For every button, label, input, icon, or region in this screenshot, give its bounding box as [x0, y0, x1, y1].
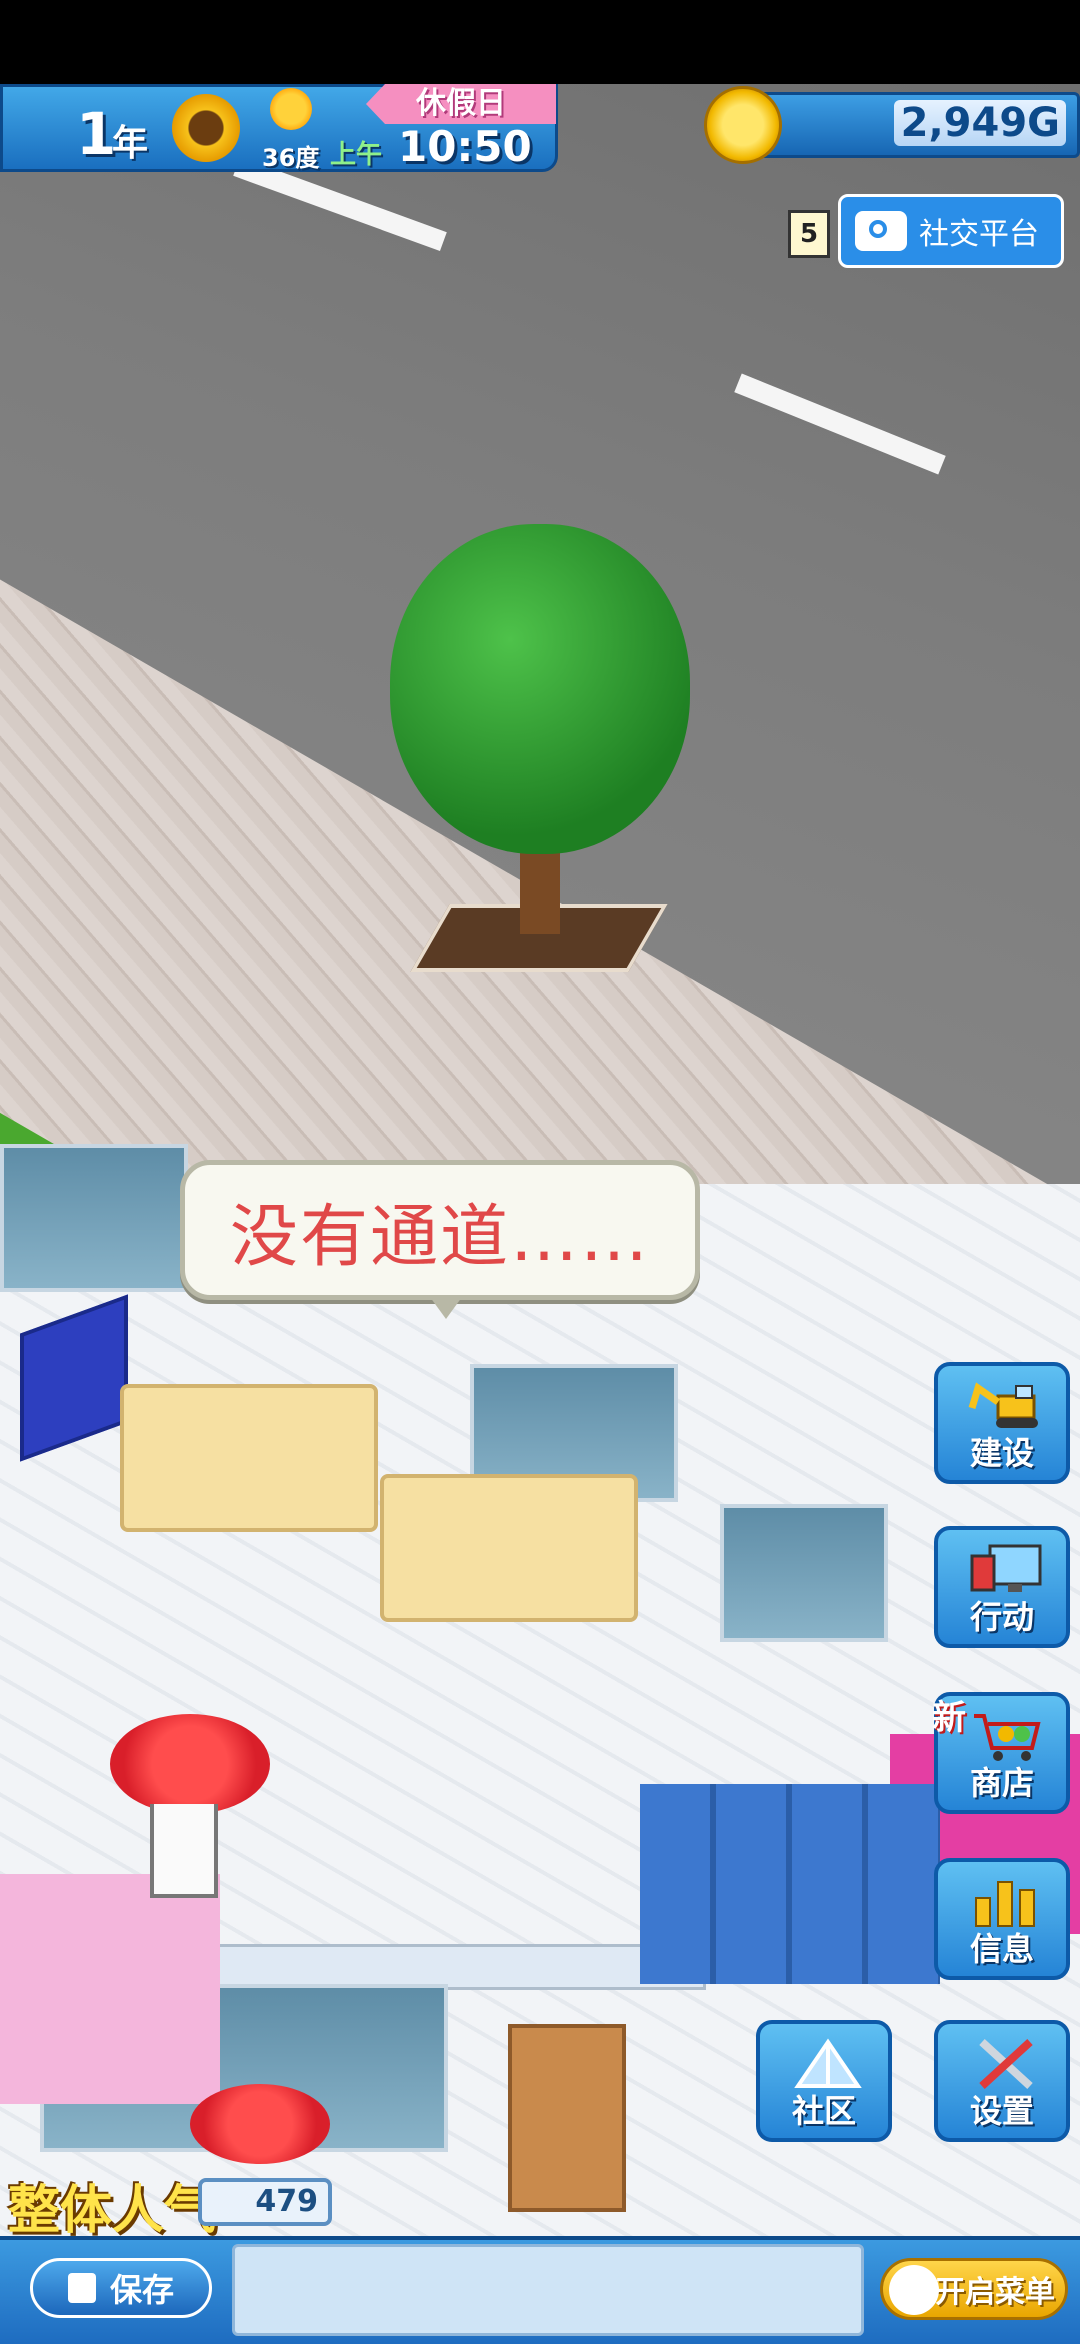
social-platform-button[interactable]: 社交平台 [838, 194, 1064, 268]
door[interactable] [508, 2024, 626, 2212]
tree [390, 524, 690, 854]
shopping-cart-icon [974, 1714, 1041, 1761]
flower-vase [150, 1804, 218, 1898]
flower-bouquet [110, 1714, 270, 1814]
monitor-icon [970, 1544, 1042, 1592]
community-label: 社区 [791, 2092, 856, 2130]
sun-icon [270, 88, 312, 130]
toggle-knob[interactable] [889, 2265, 939, 2315]
flower-bouquet [190, 2084, 330, 2164]
tent-icon [794, 2038, 862, 2088]
menu-toggle[interactable]: 开启菜单 [880, 2258, 1068, 2320]
speech-bubble-tail [430, 1297, 462, 1319]
camera-icon [855, 211, 907, 251]
popularity-value: 479 [198, 2178, 332, 2226]
desk[interactable] [380, 1474, 638, 1622]
build-label: 建设 [969, 1434, 1034, 1472]
excavator-icon [968, 1382, 1038, 1428]
community-button[interactable]: 社区 [756, 2020, 892, 2142]
temperature: 36度 [262, 144, 320, 172]
popularity-label: 整体人气 [8, 2181, 217, 2241]
locker-row [640, 1784, 940, 1984]
building-window [0, 1144, 188, 1292]
new-badge: 新 [932, 1698, 966, 1738]
info-button[interactable]: 信息 [934, 1858, 1070, 1980]
action-button[interactable]: 行动 [934, 1526, 1070, 1648]
clock: 10:50 [398, 122, 532, 171]
save-icon [67, 2273, 96, 2303]
settings-label: 设置 [969, 2092, 1034, 2130]
wrench-screwdriver-icon [979, 2039, 1033, 2089]
action-label: 行动 [969, 1598, 1034, 1636]
bar-chart-icon [975, 1881, 1035, 1927]
money-value: 2,949G [894, 100, 1066, 146]
pink-floor [0, 1874, 220, 2104]
save-button[interactable]: 保存 [30, 2258, 212, 2318]
sunflower-icon [172, 94, 240, 162]
settings-button[interactable]: 设置 [934, 2020, 1070, 2142]
build-button[interactable]: 建设 [934, 1362, 1070, 1484]
speech-bubble-text: 没有通道…… [229, 1197, 650, 1277]
building-window [720, 1504, 888, 1642]
social-platform-label: 社交平台 [919, 217, 1039, 252]
desk[interactable] [120, 1384, 378, 1532]
save-label: 保存 [109, 2271, 174, 2309]
shop-label: 商店 [969, 1764, 1034, 1802]
speech-bubble: 没有通道…… [180, 1160, 700, 1319]
year-unit: 年 [112, 123, 149, 164]
message-field [232, 2244, 864, 2336]
time-period: 上午 [330, 140, 383, 170]
social-count-badge: 5 [788, 210, 830, 258]
coin-icon [704, 86, 782, 164]
menu-toggle-label: 开启菜单 [935, 2275, 1055, 2310]
year-value: 1 [76, 100, 117, 168]
holiday-tag: 休假日 [366, 84, 556, 124]
info-label: 信息 [969, 1930, 1034, 1968]
